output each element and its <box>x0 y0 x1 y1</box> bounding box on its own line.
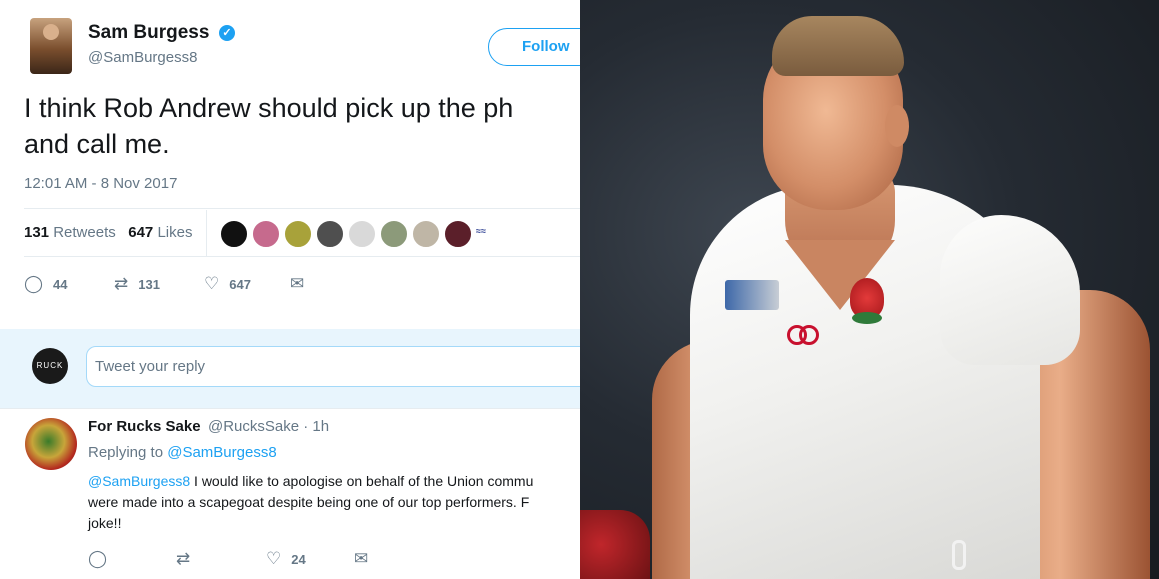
liker-avatar[interactable] <box>252 220 280 248</box>
liker-avatar[interactable] <box>380 220 408 248</box>
tweet-text-line: and call me. <box>24 129 170 159</box>
tweet-text-line: I think Rob Andrew should pick up the ph <box>24 93 514 123</box>
reply-text-line: @SamBurgess8 I would like to apologise o… <box>88 471 580 492</box>
compose-avatar: RUCK <box>32 348 68 384</box>
reply-text-segment: I would like to apologise on behalf of t… <box>190 473 534 489</box>
like-button[interactable]: ♡ 647 <box>204 274 251 294</box>
reply-text-line: joke!! <box>88 515 122 531</box>
author-name[interactable]: Sam Burgess <box>88 22 209 44</box>
reply-button[interactable]: ◯ 44 <box>24 274 68 294</box>
reply-author-avatar[interactable] <box>25 418 77 470</box>
tweet-timestamp[interactable]: 12:01 AM - 8 Nov 2017 <box>24 175 177 192</box>
likes-label[interactable]: Likes <box>157 224 192 241</box>
replying-to: Replying to @SamBurgess8 <box>88 444 277 461</box>
like-count: 24 <box>291 551 306 567</box>
retweet-button[interactable]: ⇄ 131 <box>114 274 160 294</box>
divider <box>0 408 580 409</box>
photo-background-figure <box>580 510 650 579</box>
replying-mention-link[interactable]: @SamBurgess8 <box>167 444 276 461</box>
retweet-icon: ⇄ <box>176 549 191 568</box>
retweet-button[interactable]: ⇄ <box>176 549 200 569</box>
player-hair <box>772 16 904 76</box>
reply-button[interactable]: ◯ <box>88 549 117 569</box>
divider <box>24 256 580 257</box>
divider <box>24 208 580 209</box>
canterbury-logo-icon <box>787 325 819 345</box>
liker-avatar[interactable] <box>284 220 312 248</box>
player-photo <box>580 0 1159 579</box>
tweet-stats: 131 Retweets 647 Likes <box>24 224 192 241</box>
divider <box>206 210 207 256</box>
wedding-ring <box>952 540 966 570</box>
like-icon: ♡ <box>204 274 220 293</box>
reply-author-handle[interactable]: @RucksSake · 1h <box>208 418 329 435</box>
like-button[interactable]: ♡ 24 <box>266 549 306 569</box>
reply-input[interactable] <box>86 346 580 387</box>
like-icon: ♡ <box>266 549 282 568</box>
retweets-count[interactable]: 131 <box>24 224 49 241</box>
message-button[interactable]: ✉ <box>354 549 378 569</box>
rose-leaf-icon <box>852 312 882 324</box>
tweet-panel: Sam Burgess ✓ @SamBurgess8 Follow I thin… <box>0 0 580 579</box>
message-icon: ✉ <box>290 274 305 293</box>
author-handle[interactable]: @SamBurgess8 <box>88 49 197 66</box>
likes-count[interactable]: 647 <box>128 224 153 241</box>
reply-text: @SamBurgess8 I would like to apologise o… <box>88 471 580 534</box>
author-avatar[interactable] <box>30 18 72 74</box>
reply-count: 44 <box>53 276 68 292</box>
liker-avatar[interactable] <box>412 220 440 248</box>
rugby-world-cup-badge-icon <box>725 280 779 310</box>
liker-avatar[interactable] <box>220 220 248 248</box>
liker-avatar[interactable] <box>316 220 344 248</box>
tweet-text: I think Rob Andrew should pick up the ph… <box>24 90 580 162</box>
mention-link[interactable]: @SamBurgess8 <box>88 473 190 489</box>
liker-logo-icon[interactable]: ≈≈ <box>476 226 486 236</box>
retweet-count: 131 <box>138 276 160 292</box>
reply-text-line: were made into a scapegoat despite being… <box>88 494 530 510</box>
player-ear <box>885 105 909 147</box>
reply-author-name[interactable]: For Rucks Sake <box>88 418 201 435</box>
liker-avatar[interactable] <box>348 220 376 248</box>
retweets-label[interactable]: Retweets <box>53 224 116 241</box>
follow-button[interactable]: Follow <box>488 28 580 66</box>
verified-icon: ✓ <box>219 25 235 41</box>
retweet-icon: ⇄ <box>114 274 129 293</box>
reply-icon: ◯ <box>24 274 44 293</box>
reply-icon: ◯ <box>88 549 108 568</box>
message-button[interactable]: ✉ <box>290 274 314 294</box>
like-count: 647 <box>229 276 251 292</box>
message-icon: ✉ <box>354 549 369 568</box>
replying-prefix: Replying to <box>88 444 164 461</box>
liker-avatar[interactable] <box>444 220 472 248</box>
